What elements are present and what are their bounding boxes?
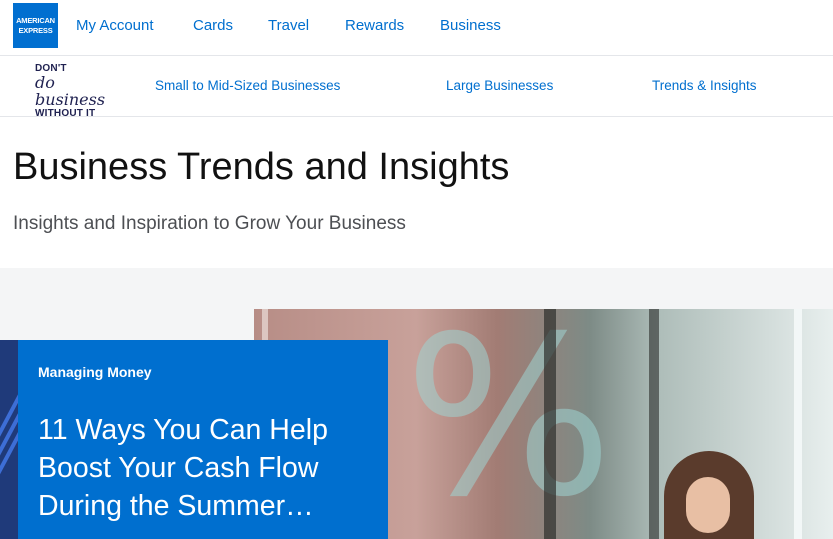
decorative-pattern: [0, 340, 18, 539]
tagline-mid: do business: [35, 73, 106, 109]
nav-business[interactable]: Business: [440, 17, 501, 34]
subnav-trends-insights[interactable]: Trends & Insights: [652, 78, 757, 93]
article-card[interactable]: Managing Money 11 Ways You Can Help Boos…: [18, 340, 388, 539]
nav-cards[interactable]: Cards: [193, 17, 233, 34]
hero-person-face: [686, 477, 730, 533]
article-category[interactable]: Managing Money: [38, 364, 368, 380]
logo-line-2: EXPRESS: [18, 25, 53, 35]
article-headline[interactable]: 11 Ways You Can Help Boost Your Cash Flo…: [38, 411, 368, 525]
global-nav: AMERICAN EXPRESS My Account Cards Travel…: [0, 0, 833, 56]
nav-travel[interactable]: Travel: [268, 17, 309, 34]
nav-my-account[interactable]: My Account: [76, 17, 154, 34]
dont-do-business-without-it-logo[interactable]: DON'T do business WITHOUT IT: [35, 63, 125, 119]
page-subtitle: Insights and Inspiration to Grow Your Bu…: [13, 213, 406, 234]
nav-rewards[interactable]: Rewards: [345, 17, 404, 34]
subnav-large-businesses[interactable]: Large Businesses: [446, 78, 553, 93]
tagline-bottom: WITHOUT IT: [35, 108, 96, 119]
subnav-small-mid-businesses[interactable]: Small to Mid-Sized Businesses: [155, 78, 340, 93]
business-subnav: DON'T do business WITHOUT IT Small to Mi…: [0, 56, 833, 119]
hero-percent-glyph: %: [404, 309, 614, 539]
page-title: Business Trends and Insights: [13, 146, 510, 188]
featured-article: % Managing Money 11 Ways You Can Help Bo…: [0, 268, 833, 539]
amex-logo[interactable]: AMERICAN EXPRESS: [13, 3, 58, 48]
logo-line-1: AMERICAN: [16, 15, 55, 25]
